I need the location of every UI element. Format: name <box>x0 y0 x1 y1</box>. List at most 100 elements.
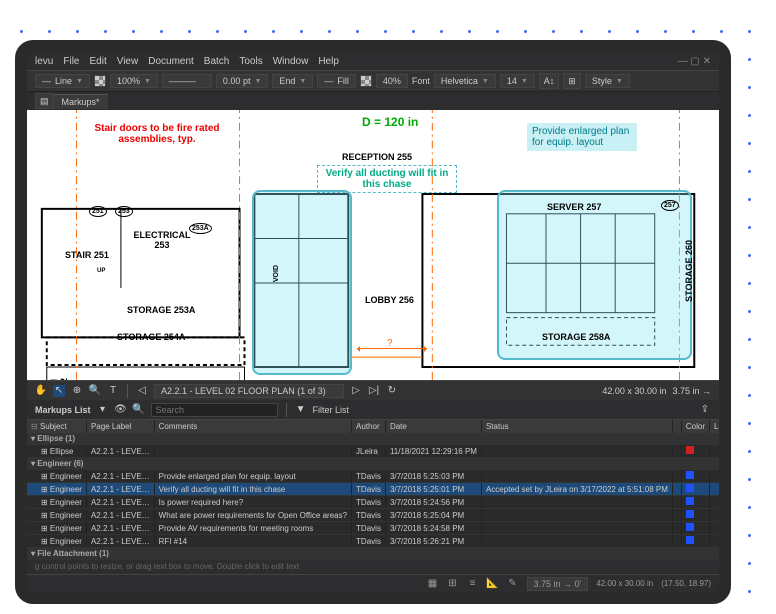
filter-label[interactable]: Filter List <box>313 405 350 415</box>
room-tag: 253 <box>115 206 133 217</box>
font-size-dropdown[interactable]: 14 ▼ <box>500 74 535 88</box>
room-label: STORAGE 260 <box>684 240 694 302</box>
menu-item[interactable]: Window <box>273 56 309 67</box>
table-row[interactable]: ⊞ EngineerA2.2.1 - LEVE…Is power require… <box>27 496 719 509</box>
pan-tool-icon[interactable]: ⊕ <box>71 385 83 397</box>
room-label: LOBBY 256 <box>365 295 414 305</box>
filter-icon[interactable]: ▼ <box>295 404 307 416</box>
room-tag: 253A <box>189 223 212 234</box>
menu-item[interactable]: Help <box>318 56 339 67</box>
rotate-icon[interactable]: ↻ <box>386 385 398 397</box>
stroke-style-dropdown[interactable]: ——— <box>162 74 212 88</box>
search-icon[interactable]: 🔍 <box>133 404 145 416</box>
scale-readout[interactable]: 3.75 in → 0' <box>527 577 589 591</box>
column-header[interactable]: Comments <box>154 420 351 433</box>
room-label: RECEPTION 255 <box>342 152 412 162</box>
stroke-width[interactable]: 0.00 pt ▼ <box>216 74 268 88</box>
line-tool-dropdown[interactable]: — Line ▼ <box>35 74 90 88</box>
callout-text-selected[interactable]: Verify all ducting will fit in this chas… <box>317 165 457 193</box>
snap-icon[interactable]: ⊞ <box>447 578 459 590</box>
room-label: STAIR 251 <box>65 250 109 260</box>
edit-icon[interactable]: ✎ <box>507 578 519 590</box>
search-input[interactable] <box>151 403 278 417</box>
table-row[interactable]: ⊞ EngineerA2.2.1 - LEVE…What are power r… <box>27 509 719 522</box>
column-header[interactable] <box>672 420 681 433</box>
ruler-reading: 3.75 in → <box>672 386 711 396</box>
callout-text-box[interactable]: Provide enlarged plan for equip. layout <box>527 123 637 151</box>
column-header[interactable]: Page Label <box>86 420 154 433</box>
panel-title: Markups List <box>35 405 91 415</box>
last-page-icon[interactable]: ▷| <box>368 385 380 397</box>
select-tool-icon[interactable]: ↖ <box>53 385 65 397</box>
next-page-icon[interactable]: ▷ <box>350 385 362 397</box>
room-label: UP <box>97 268 105 274</box>
layers-icon[interactable]: ≡ <box>467 578 479 590</box>
cursor-coords: (17.50, 18.97) <box>661 579 711 588</box>
group-row[interactable]: ▾ Ellipse (1) <box>27 433 719 445</box>
menu-item[interactable]: Document <box>148 56 194 67</box>
dimension-text[interactable]: D = 120 in <box>362 115 418 129</box>
menu-item[interactable]: Edit <box>89 56 106 67</box>
measure-icon[interactable]: 📐 <box>487 578 499 590</box>
hand-tool-icon[interactable]: ✋ <box>35 385 47 397</box>
menu-item[interactable]: View <box>117 56 139 67</box>
room-label: ELECTRICAL 253 <box>127 230 197 250</box>
zoom-dropdown[interactable]: 100% ▼ <box>110 74 158 88</box>
tablet-frame: levu File Edit View Document Batch Tools Window… <box>15 40 731 604</box>
menu-item[interactable]: levu <box>35 56 53 67</box>
menu-item[interactable]: Batch <box>204 56 230 67</box>
column-header[interactable]: Date <box>385 420 481 433</box>
sheet-dropdown[interactable]: A2.2.1 - LEVEL 02 FLOOR PLAN (1 of 3) <box>154 384 344 398</box>
room-label: VOID <box>273 265 280 282</box>
table-row[interactable]: ⊞ EngineerA2.2.1 - LEVE…Verify all ducti… <box>27 483 719 496</box>
window-controls[interactable]: — ▢ ✕ <box>678 56 711 67</box>
status-bar: ▦ ⊞ ≡ 📐 ✎ 3.75 in → 0' 42.00 x 30.00 in … <box>27 574 719 592</box>
drawing-canvas[interactable]: D = 120 in Stair doors to be fire rated … <box>27 110 719 380</box>
zoom-tool-icon[interactable]: 🔍 <box>89 385 101 397</box>
text-tool-icon[interactable]: T <box>107 385 119 397</box>
style-dropdown[interactable]: Style ▼ <box>585 74 630 88</box>
dimension-question[interactable]: ? <box>387 338 393 349</box>
grid-icon[interactable]: ▦ <box>427 578 439 590</box>
markups-table[interactable]: ⊟ SubjectPage LabelCommentsAuthorDateSta… <box>27 420 719 560</box>
room-label: STORAGE 258A <box>542 332 610 342</box>
group-row[interactable]: ▾ File Attachment (1) <box>27 548 719 560</box>
menu-bar: levu File Edit View Document Batch Tools Window… <box>27 52 719 70</box>
room-tag: 251 <box>89 206 107 217</box>
column-header[interactable]: Status <box>481 420 672 433</box>
column-header[interactable]: Author <box>352 420 386 433</box>
font-family-dropdown[interactable]: Helvetica ▼ <box>434 74 496 88</box>
opacity-dropdown[interactable]: 40% <box>376 74 408 88</box>
page-size-readout: 42.00 x 30.00 in <box>596 579 653 588</box>
callout-text-red[interactable]: Stair doors to be fire rated assemblies,… <box>82 123 232 145</box>
menu-item[interactable]: File <box>63 56 79 67</box>
export-icon[interactable]: ⇪ <box>699 404 711 416</box>
room-label: STORAGE 254A <box>117 332 185 342</box>
text-align-button[interactable]: A↕ <box>539 73 560 89</box>
room-tag: 257 <box>661 200 679 211</box>
table-row[interactable]: ⊞ EngineerA2.2.1 - LEVE…Provide AV requi… <box>27 522 719 535</box>
text-options-button[interactable]: ⊞ <box>563 73 581 89</box>
table-row[interactable]: ⊞ EllipseA2.2.1 - LEVE…JLeira11/18/2021 … <box>27 445 719 458</box>
color-picker[interactable] <box>94 75 106 87</box>
markups-panel-header: Markups List ▾ 👁 🔍 ▼ Filter List ⇪ <box>27 400 719 420</box>
column-header[interactable]: ⊟ Subject <box>27 420 86 433</box>
panel-menu-icon[interactable]: ▾ <box>97 404 109 416</box>
end-dropdown[interactable]: End ▼ <box>272 74 313 88</box>
room-label: STORAGE 253A <box>127 305 195 315</box>
panel-toggle-button[interactable]: ▤ <box>35 93 54 109</box>
menu-item[interactable]: Tools <box>239 56 262 67</box>
font-label: Font <box>412 76 430 86</box>
table-row[interactable]: ⊞ EngineerA2.2.1 - LEVE…RFI #14TDavis3/7… <box>27 535 719 548</box>
column-header[interactable]: Color <box>681 420 709 433</box>
document-tab[interactable]: Markups* <box>54 94 108 109</box>
column-header[interactable]: Layer <box>710 420 720 433</box>
fill-dropdown[interactable]: — Fill <box>317 74 356 88</box>
group-row[interactable]: ▾ Engineer (6) <box>27 458 719 470</box>
view-navigation-bar: ✋ ↖ ⊕ 🔍 T ◁ A2.2.1 - LEVEL 02 FLOOR PLAN… <box>27 380 719 400</box>
visibility-icon[interactable]: 👁 <box>115 404 127 416</box>
prev-page-icon[interactable]: ◁ <box>136 385 148 397</box>
cloud-markup[interactable] <box>252 190 352 375</box>
fill-color[interactable] <box>360 75 372 87</box>
table-row[interactable]: ⊞ EngineerA2.2.1 - LEVE…Provide enlarged… <box>27 470 719 483</box>
